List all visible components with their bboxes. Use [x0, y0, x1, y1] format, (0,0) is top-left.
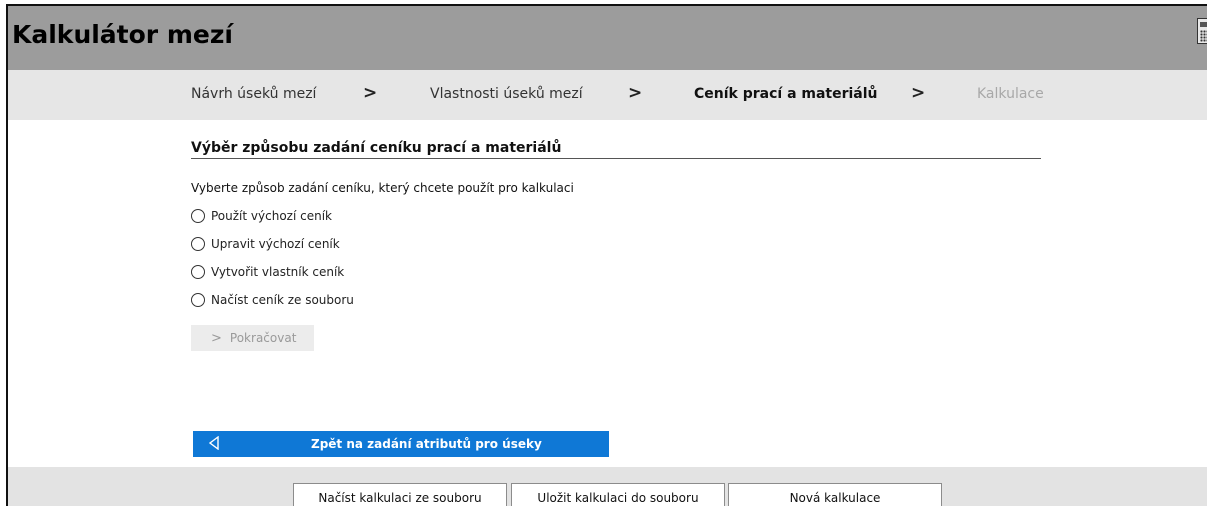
radio-button[interactable] [191, 265, 205, 279]
radio-label: Načíst ceník ze souboru [211, 293, 354, 307]
radio-option-edit-pricelist[interactable]: Upravit výchozí ceník [191, 235, 340, 253]
back-button-label: Zpět na zadání atributů pro úseky [311, 437, 542, 451]
app-title: Kalkulátor mezí [12, 20, 233, 49]
step-navrh-useku[interactable]: Návrh úseků mezí [191, 86, 316, 102]
load-calculation-button[interactable]: Načíst kalkulaci ze souboru [293, 483, 507, 506]
chevron-right-icon: > [211, 330, 222, 346]
continue-label: Pokračovat [229, 331, 297, 345]
radio-button[interactable] [191, 293, 205, 307]
chevron-right-icon: > [363, 83, 378, 103]
step-vlastnosti-useku[interactable]: Vlastnosti úseků mezí [430, 86, 583, 102]
back-to-attributes-button[interactable]: Zpět na zadání atributů pro úseky [193, 431, 609, 457]
radio-button[interactable] [191, 237, 205, 251]
triangle-left-icon [209, 436, 219, 450]
new-calculation-button[interactable]: Nová kalkulace [728, 483, 942, 506]
section-title: Výběr způsobu zadání ceníku prací a mate… [191, 140, 1041, 159]
radio-button[interactable] [191, 209, 205, 223]
radio-option-custom-pricelist[interactable]: Vytvořit vlastník ceník [191, 263, 344, 281]
footer-bar: Načíst kalkulaci ze souboru Uložit kalku… [8, 467, 1207, 506]
radio-label: Použít výchozí ceník [211, 209, 332, 223]
title-bar: Kalkulátor mezí [8, 6, 1207, 70]
radio-option-load-pricelist[interactable]: Načíst ceník ze souboru [191, 291, 354, 309]
instruction-text: Vyberte způsob zadání ceníku, který chce… [191, 181, 574, 195]
continue-button[interactable]: > Pokračovat [191, 325, 314, 351]
radio-option-default-pricelist[interactable]: Použít výchozí ceník [191, 207, 332, 225]
radio-label: Upravit výchozí ceník [211, 237, 340, 251]
calculator-icon[interactable] [1197, 18, 1207, 44]
save-calculation-button[interactable]: Uložit kalkulaci do souboru [511, 483, 725, 506]
radio-label: Vytvořit vlastník ceník [211, 265, 345, 279]
chevron-right-icon: > [911, 83, 926, 103]
app-window: Kalkulátor mezí Návrh úseků mezí > Vlast… [6, 4, 1207, 506]
wizard-steps: Návrh úseků mezí > Vlastnosti úseků mezí… [8, 70, 1207, 120]
chevron-right-icon: > [628, 83, 643, 103]
step-cenik-praci[interactable]: Ceník prací a materiálů [694, 86, 878, 102]
step-kalkulace: Kalkulace [977, 86, 1044, 102]
